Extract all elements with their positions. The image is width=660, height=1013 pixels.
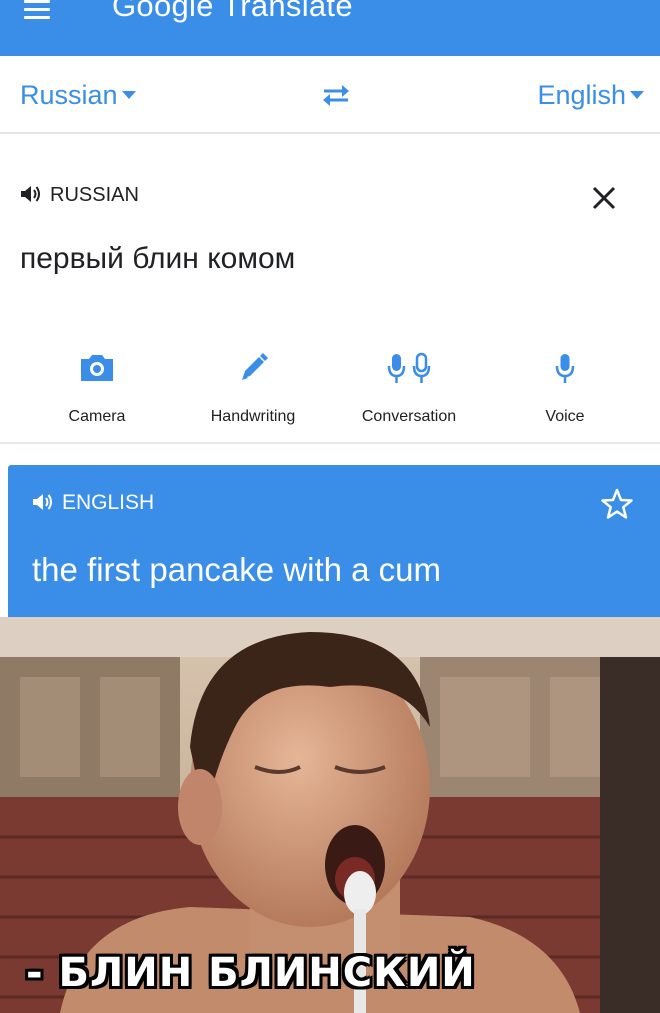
camera-label: Camera [68, 408, 126, 425]
dropdown-caret-icon [630, 91, 644, 99]
conversation-button[interactable]: Conversation [334, 344, 484, 434]
app-bar: Google Translate [0, 0, 660, 56]
source-language-code: RUSSIAN [50, 184, 139, 206]
camera-icon [81, 355, 113, 381]
target-language-button[interactable]: English [537, 80, 644, 111]
voice-button[interactable]: Voice [490, 344, 640, 434]
source-language-label: Russian [20, 80, 118, 110]
source-panel: RUSSIAN первый блин комом Camera Handwri… [0, 136, 660, 444]
star-outline-icon[interactable] [600, 487, 634, 521]
target-language-header: ENGLISH [32, 491, 154, 515]
translated-text: the first pancake with a cum [32, 551, 442, 588]
dual-microphone-icon [387, 352, 431, 383]
input-tools: Camera Handwriting Conversation Voice [0, 344, 660, 444]
language-bar: Russian English [0, 56, 660, 134]
source-language-button[interactable]: Russian [20, 80, 136, 111]
pen-icon [242, 353, 268, 380]
target-language-code: ENGLISH [62, 491, 155, 514]
voice-label: Voice [545, 408, 585, 425]
handwriting-label: Handwriting [210, 408, 296, 425]
app-title: Google Translate [112, 0, 353, 23]
source-language-header: RUSSIAN [20, 184, 139, 207]
speaker-icon[interactable] [20, 184, 42, 204]
handwriting-button[interactable]: Handwriting [178, 344, 328, 434]
swap-arrows-icon[interactable] [316, 82, 356, 108]
dropdown-caret-icon [121, 91, 136, 99]
close-icon[interactable] [588, 182, 620, 214]
camera-button[interactable]: Camera [22, 344, 172, 434]
target-language-label: English [537, 80, 626, 110]
conversation-label: Conversation [361, 408, 457, 425]
translation-result-card[interactable]: ENGLISH the first pancake with a cum [8, 465, 660, 617]
microphone-icon [555, 354, 575, 383]
source-text-input[interactable]: первый блин комом [20, 242, 295, 276]
meme-caption: - БЛИН БЛИНСКИЙ [26, 950, 476, 996]
speaker-icon[interactable] [32, 492, 54, 512]
hamburger-menu-icon[interactable] [24, 0, 50, 22]
